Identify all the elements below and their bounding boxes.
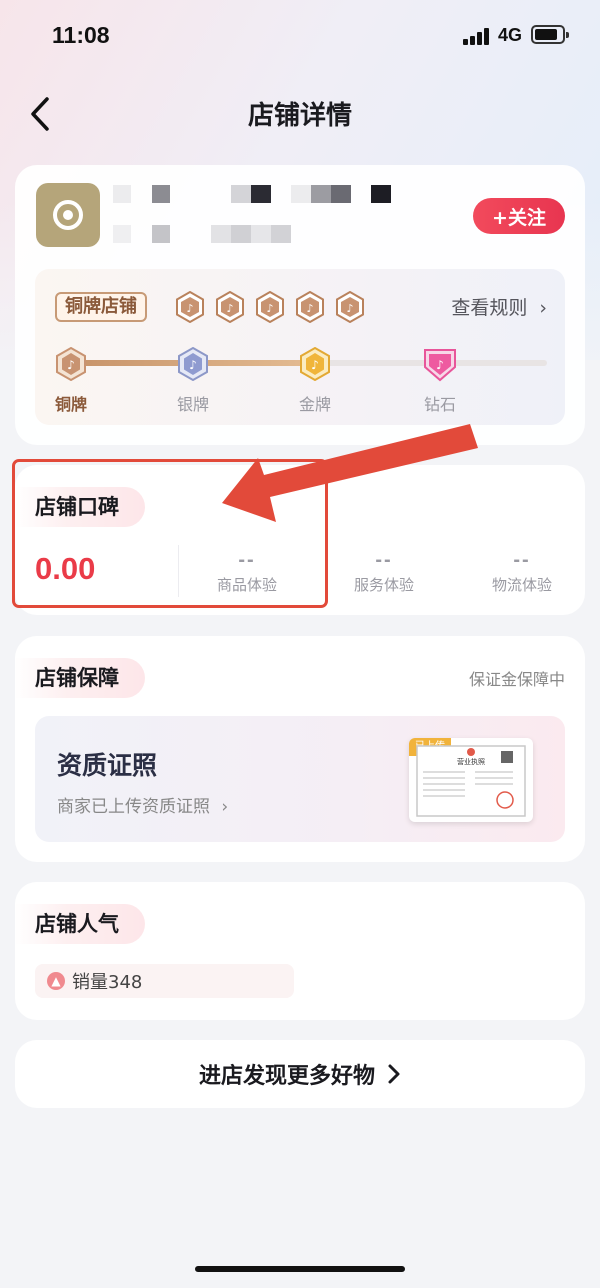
level-label-gold: 金牌 xyxy=(298,395,331,414)
metric-service-experience[interactable]: -- 服务体验 xyxy=(329,549,439,595)
metric-logistics-experience[interactable]: -- 物流体验 xyxy=(467,549,577,595)
annotation-highlight-box xyxy=(12,459,328,608)
business-license-thumbnail[interactable]: 已上传 营业执照 xyxy=(409,738,533,822)
bronze-hexagon-icon: ♪ xyxy=(216,291,244,323)
bronze-hexagon-icon: ♪ xyxy=(296,291,324,323)
svg-text:♪: ♪ xyxy=(189,358,197,372)
level-label-bronze: 铜牌 xyxy=(54,395,87,414)
svg-text:♪: ♪ xyxy=(186,302,193,315)
view-rules-label: 查看规则 xyxy=(451,297,528,319)
svg-text:♪: ♪ xyxy=(226,302,233,315)
metric-label: 物流体验 xyxy=(491,576,552,594)
chevron-right-icon: › xyxy=(221,797,229,817)
bronze-medal-icon: ♪ xyxy=(56,347,86,381)
svg-text:♪: ♪ xyxy=(346,302,353,315)
shop-logo[interactable] xyxy=(36,183,100,247)
signal-icon xyxy=(463,27,491,45)
license-document-icon: 营业执照 xyxy=(416,745,526,817)
level-label-diamond: 钻石 xyxy=(423,395,456,414)
bronze-hexagon-icon: ♪ xyxy=(336,291,364,323)
shop-level-panel: 铜牌店铺 ♪ ♪ ♪ ♪ ♪ 查看规则 › ♪ ♪ ♪ ♪ 铜牌 银牌 金牌 钻… xyxy=(35,269,565,425)
enter-store-label: 进店发现更多好物 xyxy=(198,1064,375,1089)
license-heading: 营业执照 xyxy=(457,757,485,766)
svg-text:♪: ♪ xyxy=(436,358,444,372)
guarantee-status: 保证金保障中 xyxy=(468,670,565,689)
page-title: 店铺详情 xyxy=(247,101,352,131)
diamond-medal-icon: ♪ xyxy=(424,349,456,382)
arrow-up-icon: ▲ xyxy=(47,972,65,990)
bronze-hexagon-icon: ♪ xyxy=(256,291,284,323)
bronze-hexagon-icon: ♪ xyxy=(176,291,204,323)
level-badge-icons: ♪ ♪ ♪ ♪ ♪ xyxy=(175,291,365,323)
network-label: 4G xyxy=(498,25,523,45)
level-label-silver: 银牌 xyxy=(176,395,209,414)
level-badge: 铜牌店铺 xyxy=(55,292,147,322)
metric-label: 服务体验 xyxy=(353,576,414,594)
home-indicator xyxy=(195,1266,405,1272)
metric-value: -- xyxy=(513,549,531,571)
silver-medal-icon: ♪ xyxy=(178,347,208,381)
license-subtitle-text: 商家已上传资质证照 xyxy=(57,797,210,817)
status-time: 11:08 xyxy=(52,22,110,48)
license-panel[interactable]: 资质证照 商家已上传资质证照 › 已上传 营业执照 xyxy=(35,716,565,842)
svg-text:♪: ♪ xyxy=(306,302,313,315)
chevron-right-icon xyxy=(388,1064,400,1084)
guarantee-card: 店铺保障 保证金保障中 资质证照 商家已上传资质证照 › 已上传 营业执照 xyxy=(15,636,585,862)
enter-store-button[interactable]: 进店发现更多好物 xyxy=(15,1040,585,1108)
view-rules-link[interactable]: 查看规则 › xyxy=(451,293,547,320)
shop-info-card: +关注 铜牌店铺 ♪ ♪ ♪ ♪ ♪ 查看规则 › ♪ ♪ ♪ ♪ 铜牌 银牌 … xyxy=(15,165,585,445)
svg-text:♪: ♪ xyxy=(67,358,75,372)
popularity-card: 店铺人气 ▲ 销量348 xyxy=(15,882,585,1020)
follow-button[interactable]: +关注 xyxy=(473,198,565,234)
popularity-title: 店铺人气 xyxy=(15,904,145,944)
sales-chip: ▲ 销量348 xyxy=(35,964,294,998)
shop-logo-icon xyxy=(53,200,83,230)
guarantee-title: 店铺保障 xyxy=(15,658,145,698)
svg-text:♪: ♪ xyxy=(311,358,319,372)
svg-text:♪: ♪ xyxy=(266,302,273,315)
sales-label: 销量348 xyxy=(72,972,143,993)
license-title: 资质证照 xyxy=(57,751,158,780)
gold-medal-icon: ♪ xyxy=(300,347,330,381)
status-bar: 11:08 4G xyxy=(0,0,600,70)
metric-value: -- xyxy=(375,549,393,571)
battery-icon xyxy=(531,25,569,44)
license-subtitle: 商家已上传资质证照 › xyxy=(57,792,228,817)
chevron-right-icon: › xyxy=(539,297,547,319)
